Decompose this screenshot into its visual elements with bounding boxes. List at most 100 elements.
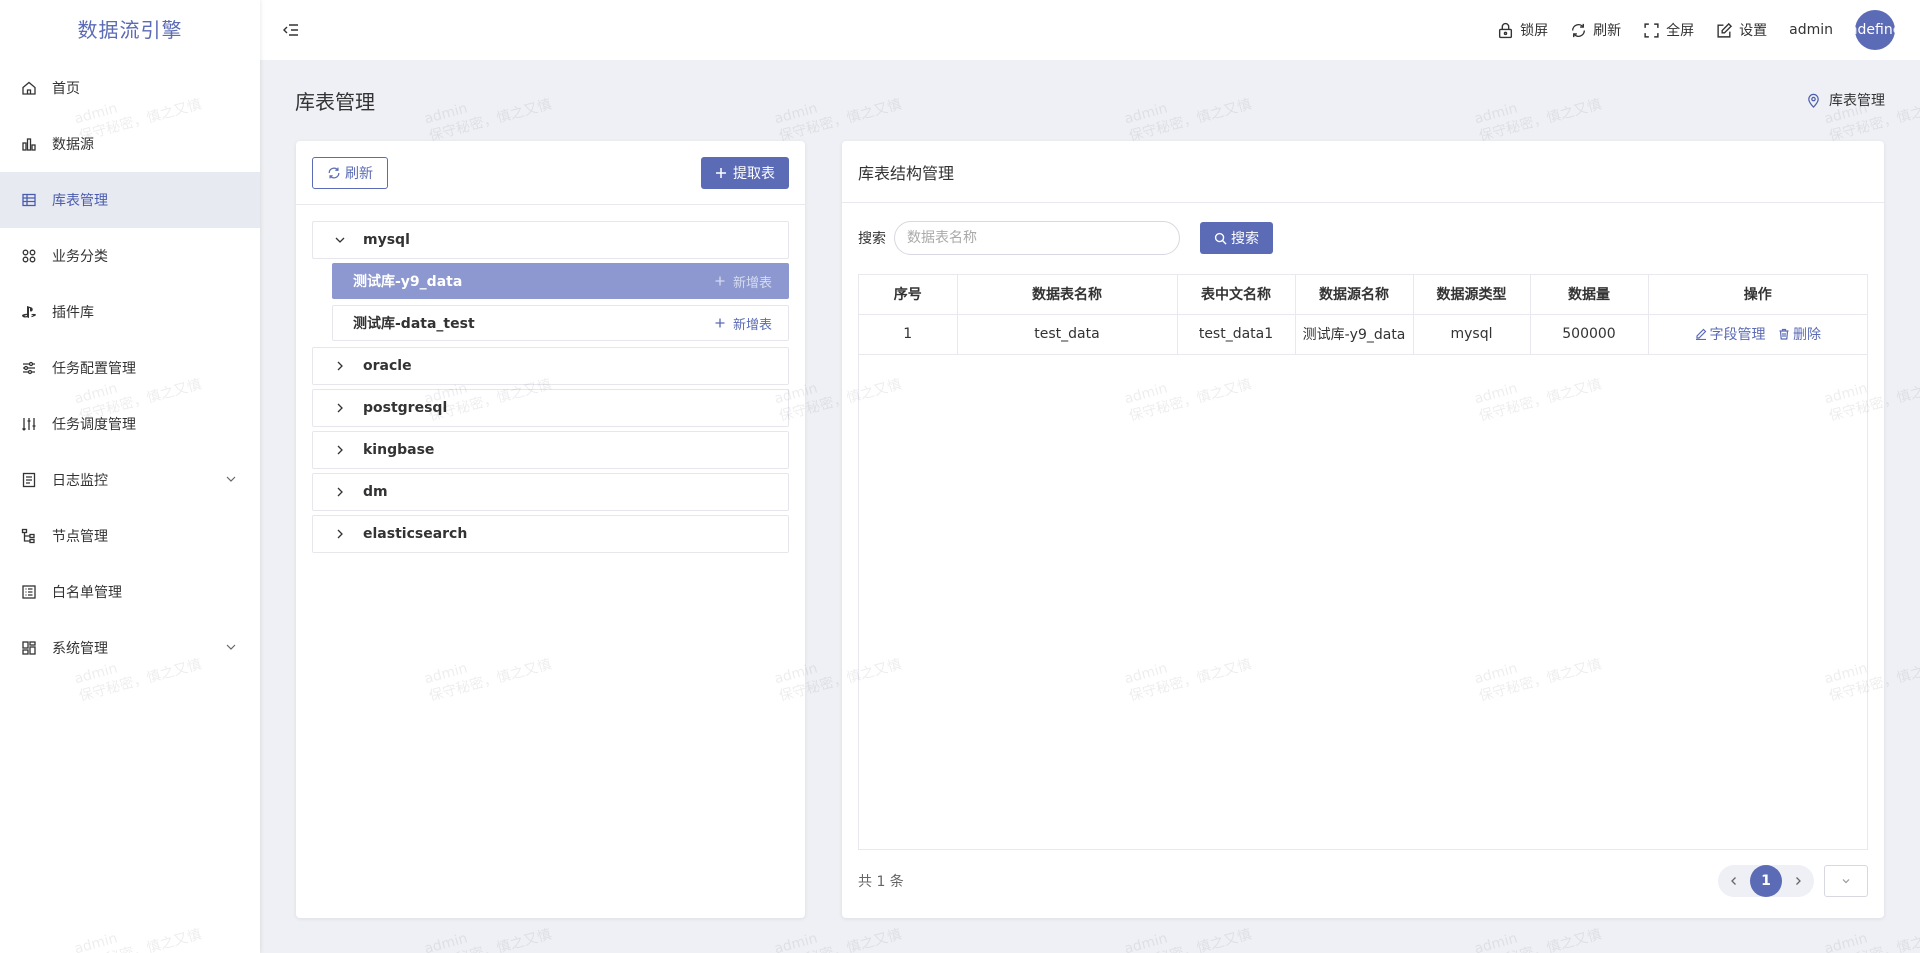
tree-node-label: dm	[363, 484, 388, 500]
sidebar-item-table-management[interactable]: 库表管理	[0, 172, 260, 228]
page-size-select[interactable]	[1824, 865, 1868, 897]
tree-node-oracle[interactable]: oracle	[312, 347, 789, 385]
column-header: 数据表名称	[957, 275, 1178, 315]
fullscreen-icon	[1644, 22, 1659, 38]
tree-node-mysql[interactable]: mysql	[312, 221, 789, 259]
search-icon	[1214, 232, 1227, 245]
search-button[interactable]: 搜索	[1200, 222, 1273, 254]
sidebar-item-label: 首页	[52, 81, 80, 97]
tree-node-kingbase[interactable]: kingbase	[312, 431, 789, 469]
tree-node-postgresql[interactable]: postgresql	[312, 389, 789, 427]
sidebar-item-task-schedule[interactable]: 任务调度管理	[0, 396, 260, 452]
username[interactable]: admin	[1789, 22, 1833, 38]
tree-children-mysql: 测试库-y9_data 新增表 测试库-data_test 新增表	[312, 263, 789, 341]
plus-icon	[716, 167, 726, 178]
sidebar-item-label: 业务分类	[52, 249, 108, 265]
search-label: 搜索	[858, 231, 886, 247]
tree-toolbar: 刷新 提取表	[296, 141, 805, 205]
menu-fold-icon	[283, 24, 298, 36]
chevron-right-icon[interactable]	[333, 485, 347, 499]
trash-icon	[1779, 328, 1789, 340]
watermark-text: admin保守秘密，慎之又慎	[772, 96, 904, 145]
chevron-down-icon[interactable]	[333, 233, 347, 247]
next-page-button[interactable]	[1786, 869, 1810, 893]
app-logo-title: 数据流引擎	[77, 18, 183, 42]
tree-node-elasticsearch[interactable]: elasticsearch	[312, 515, 789, 553]
add-table-link[interactable]: 新增表	[715, 272, 772, 291]
fullscreen-button[interactable]: 全屏	[1643, 20, 1694, 40]
tree-node-label: mysql	[363, 232, 410, 248]
tree-leaf-data-test[interactable]: 测试库-data_test 新增表	[332, 305, 789, 341]
chevron-right-icon	[1796, 877, 1801, 885]
chevron-right-icon[interactable]	[333, 401, 347, 415]
table-container: 序号 数据表名称 表中文名称 数据源名称 数据源类型 数据量 操作 1 test…	[858, 274, 1868, 850]
plus-icon	[715, 318, 725, 328]
settings-button[interactable]: 设置	[1716, 20, 1767, 40]
table-cell: mysql	[1413, 314, 1531, 355]
sidebar-item-node-management[interactable]: 节点管理	[0, 508, 260, 564]
lock-screen-button[interactable]: 锁屏	[1497, 20, 1548, 40]
header-actions: 锁屏 刷新 全屏 设置 admin undefined	[1497, 0, 1920, 60]
sidebar-item-log-monitor[interactable]: 日志监控	[0, 452, 260, 508]
edit-icon	[1695, 328, 1706, 340]
refresh-button[interactable]: 刷新	[1570, 20, 1621, 40]
avatar[interactable]: undefined	[1855, 10, 1895, 50]
search-button-label: 搜索	[1231, 231, 1259, 247]
field-management-link[interactable]: 字段管理	[1695, 324, 1766, 344]
sidebar-menu: 首页 数据源 库表管理 业务分类 插件库 任务配置管理 任务调度管理 日志监控	[0, 60, 260, 676]
sidebar-item-plugins[interactable]: 插件库	[0, 284, 260, 340]
pagination-controls: 1	[1718, 865, 1814, 897]
sidebar-item-datasource[interactable]: 数据源	[0, 116, 260, 172]
add-table-link[interactable]: 新增表	[715, 314, 772, 333]
sidebar-item-label: 库表管理	[52, 193, 108, 209]
grid-circles-icon	[20, 247, 38, 265]
tree-leaf-label: 测试库-y9_data	[353, 274, 463, 290]
playstation-icon	[20, 303, 38, 321]
sidebar: 数据流引擎 首页 数据源 库表管理 业务分类 插件库 任务配置管理 任务调度管理	[0, 0, 260, 953]
chevron-right-icon[interactable]	[333, 527, 347, 541]
column-header: 数据源名称	[1295, 275, 1414, 315]
table-cell: 测试库-y9_data	[1295, 314, 1414, 355]
sidebar-item-business-category[interactable]: 业务分类	[0, 228, 260, 284]
prev-page-button[interactable]	[1722, 869, 1746, 893]
table-list: 序号 数据表名称 表中文名称 数据源名称 数据源类型 数据量 操作 1 test…	[859, 275, 1867, 355]
chevron-down-icon	[226, 476, 236, 482]
add-table-label: 新增表	[732, 275, 772, 291]
sidebar-item-label: 任务配置管理	[52, 361, 136, 377]
chevron-right-icon[interactable]	[333, 443, 347, 457]
column-header: 操作	[1648, 275, 1867, 315]
table-header-row: 序号 数据表名称 表中文名称 数据源名称 数据源类型 数据量 操作	[859, 275, 1867, 315]
location-pin-icon	[1808, 93, 1819, 108]
dashboard-icon	[20, 639, 38, 657]
plus-icon	[715, 276, 725, 286]
tree-leaf-label: 测试库-data_test	[353, 316, 475, 332]
sidebar-item-home[interactable]: 首页	[0, 60, 260, 116]
pagination: 1	[1718, 865, 1868, 897]
search-input[interactable]	[894, 221, 1180, 255]
lock-screen-label: 锁屏	[1520, 23, 1549, 39]
panel-title: 库表结构管理	[842, 141, 1884, 203]
sidebar-item-label: 数据源	[52, 137, 94, 153]
breadcrumb-item[interactable]: 库表管理	[1829, 90, 1885, 110]
sidebar-item-system-management[interactable]: 系统管理	[0, 620, 260, 676]
column-header: 数据量	[1530, 275, 1649, 315]
table-icon	[20, 191, 38, 209]
refresh-tree-button[interactable]: 刷新	[312, 156, 388, 189]
tree-node-label: elasticsearch	[363, 526, 468, 542]
sidebar-item-task-config[interactable]: 任务配置管理	[0, 340, 260, 396]
tree-node-dm[interactable]: dm	[312, 473, 789, 511]
sidebar-item-label: 日志监控	[52, 473, 108, 489]
datasource-tree-panel: 刷新 提取表 mysql 测试库-y9_data 新增表 测试库-data_te…	[296, 141, 805, 918]
delete-link[interactable]: 删除	[1778, 324, 1821, 344]
column-header: 数据源类型	[1413, 275, 1531, 315]
tree-node-label: kingbase	[363, 442, 435, 458]
collapse-sidebar-button[interactable]	[280, 19, 302, 41]
settings-label: 设置	[1739, 23, 1768, 39]
watermark-text: admin保守秘密，慎之又慎	[1472, 96, 1604, 145]
tree-leaf-y9-data[interactable]: 测试库-y9_data 新增表	[332, 263, 789, 299]
extract-table-button[interactable]: 提取表	[701, 156, 789, 189]
sidebar-item-whitelist[interactable]: 白名单管理	[0, 564, 260, 620]
page-number-button[interactable]: 1	[1750, 865, 1782, 897]
watermark-text: admin保守秘密，慎之又慎	[1122, 96, 1254, 145]
chevron-right-icon[interactable]	[333, 359, 347, 373]
